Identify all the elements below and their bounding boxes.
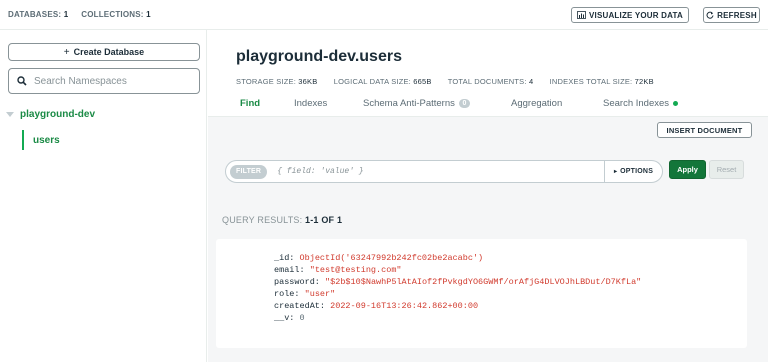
storage-size-value: 36KB (298, 77, 318, 86)
filter-input[interactable] (277, 167, 598, 176)
refresh-label: REFRESH (717, 10, 757, 20)
document-field-password: password: "$2b$10$NawhP5lAtAIof2fPvkgdYO… (274, 277, 641, 287)
document-card[interactable]: _id: ObjectId('63247992b242fc02be2acabc'… (216, 239, 747, 348)
caret-right-icon: ▸ (613, 169, 618, 175)
field-key: password: (274, 277, 320, 287)
tab-aggregation[interactable]: Aggregation (511, 98, 562, 109)
tab-schema-anti-patterns[interactable]: Schema Anti-Patterns 0 (363, 98, 470, 109)
find-content: INSERT DOCUMENT FILTER ▸ OPTIONS Apply R… (208, 116, 768, 362)
namespace-counts: DATABASES: 1 COLLECTIONS: 1 (8, 10, 151, 19)
bar-chart-icon (577, 11, 586, 19)
tab-search-indexes[interactable]: Search Indexes (603, 98, 679, 109)
count-badge: 0 (458, 99, 470, 108)
refresh-button[interactable]: REFRESH (703, 7, 760, 23)
chevron-down-icon[interactable] (6, 111, 14, 117)
field-value: "test@testing.com" (309, 265, 402, 275)
databases-count: 1 (63, 10, 69, 19)
visualize-data-button[interactable]: VISUALIZE YOUR DATA (571, 7, 689, 23)
insert-document-button[interactable]: INSERT DOCUMENT (657, 122, 752, 138)
tab-find-label: Find (240, 98, 261, 109)
document-field-id: _id: ObjectId('63247992b242fc02be2acabc'… (274, 253, 483, 263)
plus-icon: + (63, 46, 70, 58)
search-namespaces-input[interactable] (34, 75, 194, 87)
options-label: OPTIONS (620, 168, 654, 175)
status-dot-icon (673, 101, 679, 106)
tab-indexes[interactable]: Indexes (294, 98, 327, 109)
field-value: "$2b$10$NawhP5lAtAIof2fPvkgdYO6GWMf/orAf… (325, 277, 642, 287)
collection-tabs: Find Indexes Schema Anti-Patterns 0 Aggr… (208, 94, 768, 116)
document-field-email: email: "test@testing.com" (274, 265, 402, 275)
main-panel: playground-dev.users STORAGE SIZE: 36KB … (208, 30, 768, 362)
page-title: playground-dev.users (236, 48, 402, 65)
field-value: 2022-09-16T13:26:42.862+00:00 (330, 301, 479, 311)
filter-tag: FILTER (230, 164, 268, 179)
reset-button[interactable]: Reset (709, 160, 744, 179)
logical-size-value: 665B (413, 77, 432, 86)
storage-size-label: STORAGE SIZE: (236, 77, 296, 86)
document-field-version: __v: 0 (274, 313, 305, 323)
field-key: role: (274, 289, 300, 299)
field-value: "user" (304, 289, 336, 299)
refresh-icon (706, 11, 714, 19)
indexes-size-value: 72KB (634, 77, 654, 86)
field-key: __v: (274, 313, 295, 323)
field-key: email: (274, 265, 305, 275)
create-database-label: Create Database (73, 47, 145, 57)
field-key: createdAt: (274, 301, 326, 311)
sidebar-database-playground-dev[interactable]: playground-dev (6, 107, 95, 121)
tab-search-indexes-label: Search Indexes (603, 98, 670, 109)
document-field-created-at: createdAt: 2022-09-16T13:26:42.862+00:00 (274, 301, 478, 311)
visualize-data-label: VISUALIZE YOUR DATA (588, 10, 684, 20)
collection-name: users (33, 134, 60, 146)
field-key: _id: (274, 253, 295, 263)
search-namespaces-box (8, 68, 200, 94)
collection-stats: STORAGE SIZE: 36KB LOGICAL DATA SIZE: 66… (236, 77, 668, 86)
sidebar: + Create Database playground-dev users (0, 30, 207, 362)
query-results-range: 1-1 OF 1 (305, 215, 343, 225)
top-bar: DATABASES: 1 COLLECTIONS: 1 VISUALIZE YO… (0, 0, 768, 30)
tab-schema-label: Schema Anti-Patterns (363, 98, 455, 109)
total-documents-label: TOTAL DOCUMENTS: (447, 77, 527, 86)
query-results-summary: QUERY RESULTS: 1-1 OF 1 (222, 215, 342, 225)
logical-size-label: LOGICAL DATA SIZE: (333, 77, 411, 86)
filter-bar: FILTER ▸ OPTIONS (225, 160, 663, 183)
create-database-button[interactable]: + Create Database (8, 43, 200, 61)
field-value: 0 (299, 313, 305, 323)
document-field-role: role: "user" (274, 289, 335, 299)
tab-aggregation-label: Aggregation (511, 98, 563, 109)
indexes-size-label: INDEXES TOTAL SIZE: (549, 77, 633, 86)
database-name: playground-dev (20, 108, 96, 120)
search-icon (17, 76, 27, 86)
tab-find[interactable]: Find (240, 98, 260, 109)
databases-label: DATABASES: (8, 10, 62, 19)
sidebar-collection-users[interactable]: users (22, 130, 60, 150)
field-value: ObjectId('63247992b242fc02be2acabc') (299, 253, 484, 263)
options-button[interactable]: ▸ OPTIONS (604, 161, 662, 182)
tab-indexes-label: Indexes (294, 98, 328, 109)
collections-label: COLLECTIONS: (81, 10, 144, 19)
query-results-label: QUERY RESULTS: (222, 215, 303, 225)
total-documents-value: 4 (528, 77, 534, 86)
collections-count: 1 (146, 10, 151, 19)
apply-button[interactable]: Apply (669, 160, 706, 179)
